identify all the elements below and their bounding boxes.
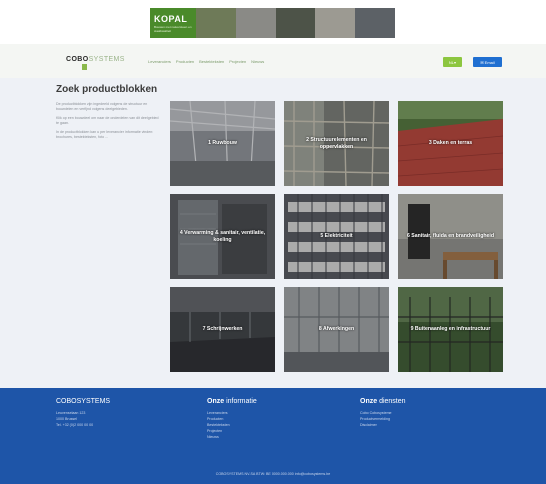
banner-tagline: Bouwen met natuursteen en staalkwaliteit [154,24,192,33]
chevron-down-icon: ▾ [454,59,457,65]
tile-sanitair[interactable]: 6 Sanitair, fluida en brandveiligheid [398,194,503,279]
footer-info-title: Onze informatie [207,398,257,405]
email-label: Email [484,59,495,65]
tile-label: 8 Afwerkingen [318,326,355,333]
tile-label: 2 Structuurelementen en oppervlakken [306,137,367,150]
footer-company: COBOSYSTEMS Leuvenselaan 123 1000 Brusse… [56,398,110,428]
product-block-grid: 1 Ruwbouw 2 Structuurelementen en opperv… [170,101,503,372]
tile-buitenaanleg[interactable]: 9 Buitenaanleg en infrastructuur [398,287,503,372]
tile-elektriciteit[interactable]: 5 Elektriciteit [284,194,389,279]
tile-label: 6 Sanitair, fluida en brandveiligheid [406,233,495,240]
tile-label: 5 Elektriciteit [320,233,353,240]
nav-item-producten[interactable]: Producten [176,59,194,64]
footer-company-name: COBOSYSTEMS [56,398,111,405]
footer-link-disclaimer[interactable]: Disclaimer [360,422,406,428]
tile-label: 9 Buitenaanleg en infrastructuur [410,326,491,333]
footer-services-title-bold: Onze [360,398,378,405]
intro-paragraph: Klik op een bouwdeel om naar de onderdel… [56,116,159,125]
banner-logo: KOPAL Bouwen met natuursteen en staalkwa… [150,8,196,38]
banner-ad[interactable]: KOPAL Bouwen met natuursteen en staalkwa… [150,8,395,38]
tile-structuur[interactable]: 2 Structuurelementen en oppervlakken [284,101,389,186]
intro-paragraph: De productblokken zijn ingedeeld volgens… [56,102,148,111]
footer-info-title-bold: Onze [207,398,225,405]
tile-label: 7 Schrijnwerken [202,326,243,333]
tile-schrijnwerken[interactable]: 7 Schrijnwerken [170,287,275,372]
site-footer: COBOSYSTEMS Leuvenselaan 123 1000 Brusse… [0,388,546,484]
footer-info-title-rest: informatie [224,398,257,405]
brand-bold: COBO [66,56,89,63]
footer-services-title-rest: diensten [377,398,406,405]
main-nav: Leveranciers Producten Bestekteksten Pro… [148,59,264,64]
main-content: Zoek productblokken De productblokken zi… [0,78,546,388]
tile-label: 4 Verwarming & sanitair, ventilatie, koe… [179,230,266,243]
site-logo[interactable]: COBOSYSTEMS [66,56,125,63]
tile-label: 1 Ruwbouw [208,140,237,147]
nav-item-projecten[interactable]: Projecten [229,59,246,64]
tile-label: 3 Daken en terras [428,140,473,147]
tile-verwarming[interactable]: 4 Verwarming & sanitair, ventilatie, koe… [170,194,275,279]
mail-icon: ✉ [480,59,484,65]
email-button[interactable]: ✉ Email [473,57,502,67]
page-title: Zoek productblokken [56,84,158,95]
intro-text: De productblokken zijn ingedeeld volgens… [56,102,162,144]
language-button[interactable]: NL ▾ [443,57,462,67]
footer-info: Onze informatie Leveranciers Producten B… [207,398,257,440]
footer-link-nieuws[interactable]: Nieuws [207,434,257,440]
site-header: COBOSYSTEMS Leveranciers Producten Beste… [0,44,546,78]
nav-item-leveranciers[interactable]: Leveranciers [148,59,171,64]
footer-phone: Tel. +32 (0)2 000 00 00 [56,423,94,427]
footer-bottom-line: COBOSYSTEMS NV-SA BTW: BE 0000.000.000 i… [215,472,331,476]
tile-ruwbouw[interactable]: 1 Ruwbouw [170,101,275,186]
footer-services-title: Onze diensten [360,398,406,405]
banner-photos [196,8,395,38]
nav-item-bestekteksten[interactable]: Bestekteksten [199,59,224,64]
tile-daken[interactable]: 3 Daken en terras [398,101,503,186]
intro-paragraph: In de productblokken kan u per leveranci… [56,130,154,139]
nav-item-nieuws[interactable]: Nieuws [251,59,264,64]
banner-brand: KOPAL [154,13,188,24]
brand-light: SYSTEMS [88,56,125,63]
tile-afwerkingen[interactable]: 8 Afwerkingen [284,287,389,372]
footer-services: Onze diensten Cobo Cobosysteme Productve… [360,398,406,428]
logo-mark-icon [82,64,87,70]
